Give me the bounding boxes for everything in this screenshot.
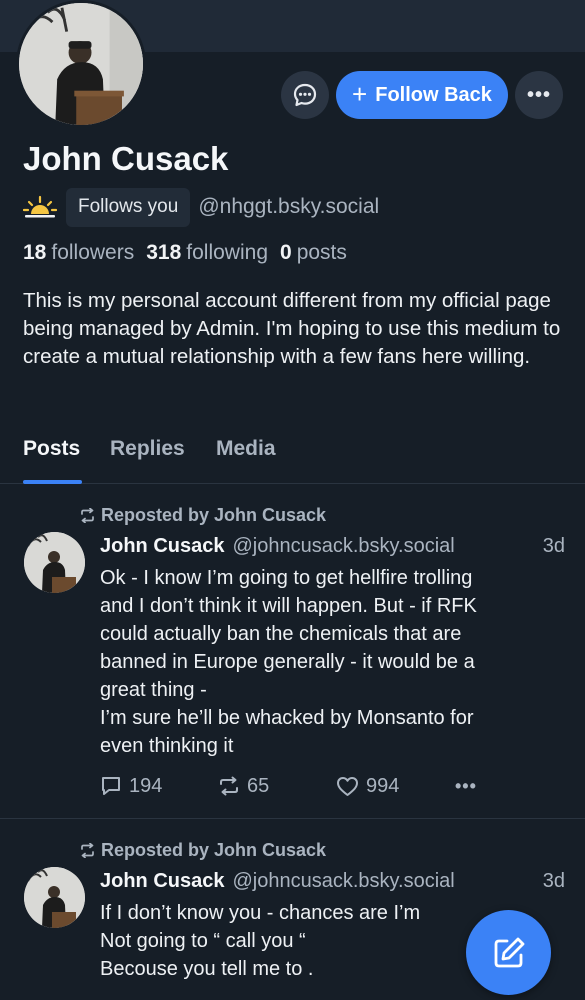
posts-label: posts bbox=[296, 241, 347, 264]
profile-stats: 18 followers 318 following 0 posts bbox=[23, 241, 347, 265]
followers-label: followers bbox=[51, 241, 135, 264]
ellipsis-icon: ••• bbox=[455, 775, 477, 796]
post-more-button[interactable]: ••• bbox=[455, 776, 477, 797]
post-divider bbox=[0, 818, 585, 819]
profile-avatar[interactable] bbox=[16, 0, 146, 128]
reply-count: 194 bbox=[129, 774, 163, 797]
post-author-avatar[interactable] bbox=[24, 532, 85, 593]
followers-stat[interactable]: 18 followers bbox=[23, 241, 134, 265]
post-author-handle[interactable]: @johncusack.bsky.social bbox=[232, 535, 454, 558]
following-count: 318 bbox=[146, 241, 182, 264]
post-actions: 194 65 994 ••• bbox=[100, 772, 560, 800]
more-options-button[interactable]: ••• bbox=[515, 71, 563, 119]
repost-icon bbox=[81, 508, 94, 523]
tab-media[interactable]: Media bbox=[216, 437, 276, 461]
avatar-photo bbox=[24, 867, 85, 928]
repost-icon bbox=[220, 776, 238, 796]
chat-bubble-icon bbox=[293, 83, 317, 107]
profile-tabs: Posts Replies Media bbox=[0, 432, 585, 484]
message-button[interactable] bbox=[281, 71, 329, 119]
follow-back-label: Follow Back bbox=[375, 83, 492, 106]
followers-count: 18 bbox=[23, 241, 47, 264]
like-button[interactable]: 994 bbox=[336, 775, 399, 798]
like-count: 994 bbox=[366, 774, 400, 797]
heart-icon bbox=[337, 776, 358, 796]
profile-bio: This is my personal account different fr… bbox=[23, 289, 561, 368]
profile-meta-row: Follows you @nhggt.bsky.social bbox=[23, 187, 379, 227]
avatar-photo bbox=[19, 3, 143, 125]
post-header: John Cusack @johncusack.bsky.social 3d bbox=[100, 535, 565, 558]
plus-icon: + bbox=[352, 79, 368, 109]
following-stat[interactable]: 318 following bbox=[146, 241, 268, 265]
post-timestamp[interactable]: 3d bbox=[543, 535, 565, 558]
reply-icon bbox=[102, 777, 120, 795]
tab-posts[interactable]: Posts bbox=[23, 437, 80, 461]
post-author-name[interactable]: John Cusack bbox=[100, 535, 224, 558]
post-text: Ok - I know I’m going to get hellfire tr… bbox=[100, 567, 477, 757]
posts-count: 0 bbox=[280, 241, 292, 264]
following-label: following bbox=[186, 241, 268, 264]
post-author-name[interactable]: John Cusack bbox=[100, 870, 224, 893]
follows-you-badge: Follows you bbox=[66, 187, 191, 227]
follow-back-button[interactable]: + Follow Back bbox=[336, 71, 508, 119]
repost-label: Reposted by John Cusack bbox=[101, 840, 327, 860]
compose-icon bbox=[494, 937, 524, 967]
repost-indicator[interactable]: Reposted by John Cusack bbox=[79, 840, 326, 861]
post-author-avatar[interactable] bbox=[24, 867, 85, 928]
profile-display-name: John Cusack bbox=[23, 140, 229, 177]
repost-label: Reposted by John Cusack bbox=[101, 505, 327, 525]
compose-post-button[interactable] bbox=[466, 910, 551, 995]
profile-handle[interactable]: @nhggt.bsky.social bbox=[198, 195, 379, 219]
avatar-photo bbox=[24, 532, 85, 593]
post-header: John Cusack @johncusack.bsky.social 3d bbox=[100, 870, 565, 893]
ellipsis-icon: ••• bbox=[526, 83, 551, 106]
repost-button[interactable]: 65 bbox=[218, 775, 269, 798]
sunrise-icon bbox=[23, 195, 57, 218]
repost-indicator[interactable]: Reposted by John Cusack bbox=[79, 505, 326, 526]
active-tab-indicator bbox=[23, 480, 82, 484]
posts-stat: 0 posts bbox=[280, 241, 347, 265]
post-author-handle[interactable]: @johncusack.bsky.social bbox=[232, 870, 454, 893]
tab-replies[interactable]: Replies bbox=[110, 437, 185, 461]
post-timestamp[interactable]: 3d bbox=[543, 870, 565, 893]
repost-icon bbox=[81, 843, 94, 858]
reply-button[interactable]: 194 bbox=[100, 775, 162, 798]
repost-count: 65 bbox=[247, 774, 270, 797]
